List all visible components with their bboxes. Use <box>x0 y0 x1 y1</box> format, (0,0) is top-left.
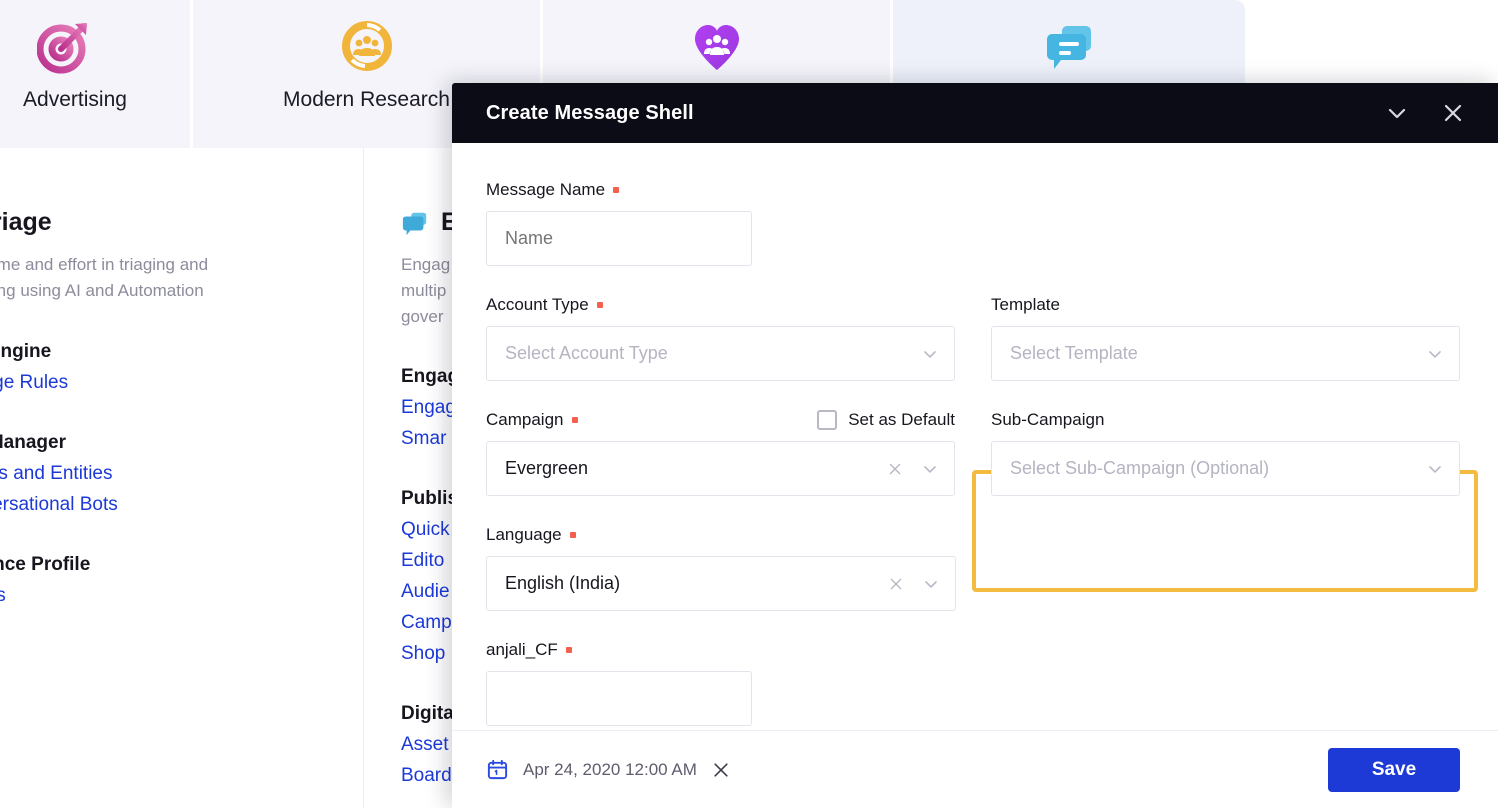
left-column-description-line2: gning using AI and Automation <box>0 280 204 300</box>
account-type-label: Account Type <box>486 294 955 316</box>
group-title: e Engine <box>0 340 52 362</box>
template-label: Template <box>991 294 1460 316</box>
field-message-name: Message Name <box>486 179 1460 266</box>
required-indicator <box>596 302 603 308</box>
campaign-value: Evergreen <box>505 458 589 478</box>
dialog-body: Message Name Account Type Select Account… <box>452 143 1498 730</box>
account-type-select[interactable]: Select Account Type <box>486 326 955 381</box>
account-type-placeholder: Select Account Type <box>505 343 668 363</box>
set-as-default-label: Set as Default <box>848 410 955 429</box>
required-indicator <box>565 647 572 653</box>
row-account-template: Account Type Select Account Type Templat… <box>486 294 1460 409</box>
group-link[interactable]: nversational Bots <box>0 494 363 516</box>
chat-bubbles-icon <box>1041 18 1097 74</box>
close-icon[interactable] <box>1438 98 1468 128</box>
close-icon[interactable] <box>887 575 905 593</box>
language-select[interactable]: English (India) <box>486 556 956 611</box>
campaign-label-row: Campaign Set as Default <box>486 409 955 431</box>
message-name-label: Message Name <box>486 179 1460 201</box>
field-sub-campaign: Sub-Campaign Select Sub-Campaign (Option… <box>991 409 1460 496</box>
set-as-default-checkbox[interactable]: Set as Default <box>817 410 955 430</box>
dialog-header: Create Message Shell <box>452 83 1498 143</box>
create-message-shell-dialog: Create Message Shell Message Name Name A… <box>452 83 1498 808</box>
left-group: s Manager ents and Entities nversational… <box>0 432 363 516</box>
campaign-select[interactable]: Evergreen <box>486 441 955 496</box>
anjali-cf-input[interactable] <box>486 671 752 726</box>
audience-circle-icon <box>339 18 395 74</box>
label-text: anjali_CF <box>486 640 558 659</box>
label-text: Language <box>486 525 562 544</box>
template-select[interactable]: Select Template <box>991 326 1460 381</box>
group-link[interactable]: files <box>0 585 363 607</box>
row-campaign-subcampaign: Campaign Set as Default Evergreen Sub-Ca… <box>486 409 1460 524</box>
sub-campaign-placeholder: Select Sub-Campaign (Optional) <box>1010 458 1270 478</box>
dialog-title: Create Message Shell <box>486 101 694 124</box>
left-group: e Engine nage Rules <box>0 341 363 394</box>
save-button[interactable]: Save <box>1328 747 1460 792</box>
field-anjali-cf: anjali_CF <box>486 639 956 726</box>
group-title: s Manager <box>0 431 66 453</box>
required-indicator <box>613 187 620 193</box>
sub-campaign-label: Sub-Campaign <box>991 409 1460 431</box>
checkbox-box[interactable] <box>817 410 838 430</box>
label-text: Account Type <box>486 295 589 314</box>
required-indicator <box>569 532 576 538</box>
chevron-down-icon[interactable] <box>920 459 940 479</box>
close-icon[interactable] <box>711 760 731 780</box>
campaign-label: Campaign <box>486 409 578 431</box>
group-link[interactable]: nage Rules <box>0 372 363 394</box>
message-name-input[interactable] <box>486 211 752 266</box>
tab-label: Modern Research <box>283 88 450 111</box>
label-text: Message Name <box>486 180 606 199</box>
language-value: English (India) <box>505 573 621 593</box>
field-account-type: Account Type Select Account Type <box>486 294 955 381</box>
anjali-cf-label: anjali_CF <box>486 639 956 661</box>
select-tools <box>887 574 941 594</box>
dialog-header-actions <box>1382 98 1468 128</box>
chevron-down-icon[interactable] <box>921 574 941 594</box>
language-label: Language <box>486 524 956 546</box>
field-campaign: Campaign Set as Default Evergreen <box>486 409 955 496</box>
chevron-down-icon[interactable] <box>920 344 940 364</box>
group-title: lience Profile <box>0 553 91 575</box>
template-placeholder: Select Template <box>1010 343 1138 363</box>
heart-people-icon <box>689 18 745 74</box>
calendar-icon[interactable] <box>486 758 509 781</box>
sub-campaign-select[interactable]: Select Sub-Campaign (Optional) <box>991 441 1460 496</box>
left-column-title: Triage <box>0 208 52 236</box>
select-tools <box>886 459 940 479</box>
dialog-footer: Apr 24, 2020 12:00 AM Save <box>452 730 1498 808</box>
schedule-date-text: Apr 24, 2020 12:00 AM <box>523 759 697 779</box>
app-root: Advertising Modern Research iage me and … <box>0 0 1498 808</box>
group-link[interactable]: ents and Entities <box>0 463 363 485</box>
label-text: Template <box>991 295 1060 314</box>
select-tools <box>1425 459 1445 479</box>
chevron-down-icon[interactable] <box>1425 459 1445 479</box>
target-arrow-icon <box>37 18 93 74</box>
left-column-description-line1: e time and effort in triaging and <box>0 255 209 274</box>
required-indicator <box>571 417 578 423</box>
left-column: Triage e time and effort in triaging and… <box>0 148 363 808</box>
chevron-down-icon[interactable] <box>1382 98 1412 128</box>
chevron-down-icon[interactable] <box>1425 344 1445 364</box>
tab-label: Advertising <box>23 88 127 111</box>
left-group: lience Profile files <box>0 554 363 607</box>
select-tools <box>920 344 940 364</box>
schedule-date-chip[interactable]: Apr 24, 2020 12:00 AM <box>486 758 731 781</box>
field-language: Language English (India) <box>486 524 956 611</box>
field-template: Template Select Template <box>991 294 1460 381</box>
label-text: Sub-Campaign <box>991 410 1105 429</box>
tab-advertising[interactable]: Advertising <box>0 0 190 148</box>
chat-bubbles-small-icon <box>401 209 429 237</box>
close-icon[interactable] <box>886 460 904 478</box>
select-tools <box>1425 344 1445 364</box>
label-text: Campaign <box>486 410 564 429</box>
